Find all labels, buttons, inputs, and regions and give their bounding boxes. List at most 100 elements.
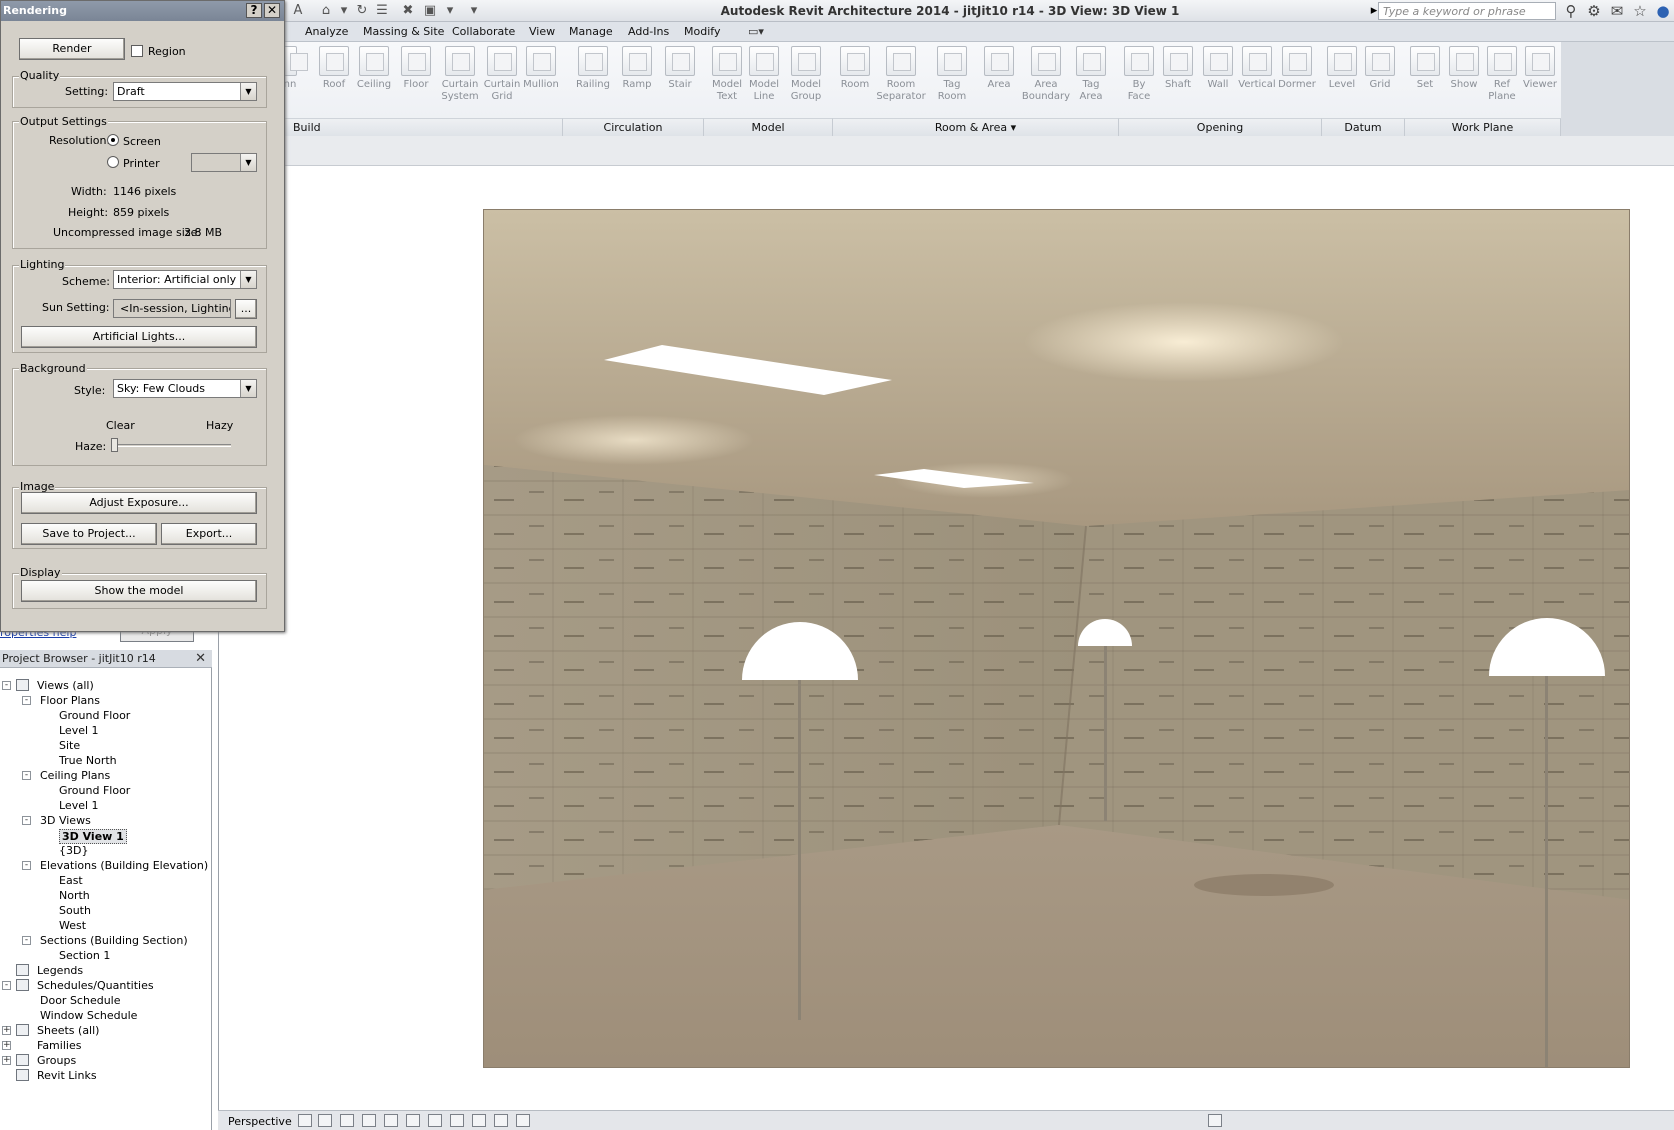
ribbon-button-vertical[interactable]: Vertical bbox=[1235, 46, 1279, 91]
ribbon-button-wall-opening[interactable]: Wall bbox=[1196, 46, 1240, 91]
browser-node[interactable]: Ground Floor bbox=[59, 784, 130, 797]
sun-path-icon[interactable] bbox=[340, 1114, 354, 1127]
browser-node[interactable]: South bbox=[59, 904, 91, 917]
render-button[interactable]: Render bbox=[19, 38, 125, 60]
browser-node[interactable]: Families bbox=[37, 1039, 81, 1052]
browser-node[interactable]: 3D Views bbox=[40, 814, 91, 827]
collapse-icon[interactable]: - bbox=[22, 816, 31, 825]
browser-node[interactable]: {3D} bbox=[59, 844, 88, 857]
ribbon-button-ceiling[interactable]: Ceiling bbox=[352, 46, 396, 91]
minimize-ribbon-icon[interactable]: ▭▾ bbox=[748, 25, 764, 38]
temporary-hide-icon[interactable] bbox=[472, 1114, 486, 1127]
export-button[interactable]: Export... bbox=[161, 523, 257, 545]
visual-style-icon[interactable] bbox=[318, 1114, 332, 1127]
collapse-icon[interactable]: - bbox=[2, 981, 11, 990]
collapse-icon[interactable]: - bbox=[22, 696, 31, 705]
default-3d-icon[interactable]: ⌂ bbox=[318, 3, 334, 19]
ribbon-button-model-line[interactable]: Model Line bbox=[742, 46, 786, 103]
ribbon-button-shaft[interactable]: Shaft bbox=[1156, 46, 1200, 91]
ribbon-button-area-boundary[interactable]: Area Boundary bbox=[1016, 46, 1076, 103]
close-icon[interactable]: ✕ bbox=[195, 651, 206, 666]
text-icon[interactable]: A bbox=[290, 3, 306, 19]
expand-icon[interactable]: + bbox=[2, 1056, 11, 1065]
close-hidden-icon[interactable]: ✖ bbox=[400, 3, 416, 19]
expand-icon[interactable]: + bbox=[2, 1026, 11, 1035]
ribbon-button-mullion[interactable]: Mullion bbox=[519, 46, 563, 91]
browser-node[interactable]: Revit Links bbox=[37, 1069, 97, 1082]
collapse-icon[interactable]: - bbox=[22, 936, 31, 945]
ribbon-button-tag-area[interactable]: Tag Area bbox=[1069, 46, 1113, 103]
collapse-icon[interactable]: - bbox=[2, 681, 11, 690]
sync-icon[interactable]: ↻ bbox=[354, 3, 370, 19]
close-icon[interactable]: ✕ bbox=[264, 3, 280, 18]
browser-node[interactable]: Legends bbox=[37, 964, 83, 977]
list-icon[interactable]: ☰ bbox=[374, 3, 390, 19]
sun-setting-browse-button[interactable]: ... bbox=[235, 299, 257, 319]
help-icon[interactable]: ? bbox=[246, 3, 262, 18]
lighting-scheme-select[interactable]: Interior: Artificial only ▼ bbox=[113, 270, 257, 289]
crop-view-icon[interactable] bbox=[406, 1114, 420, 1127]
browser-node[interactable]: Schedules/Quantities bbox=[37, 979, 154, 992]
ribbon-button-dormer[interactable]: Dormer bbox=[1275, 46, 1319, 91]
tab-massing-site[interactable]: Massing & Site bbox=[363, 25, 444, 38]
binoculars-icon[interactable]: ⚲ bbox=[1562, 2, 1580, 20]
tab-add-ins[interactable]: Add-Ins bbox=[628, 25, 669, 38]
browser-node[interactable]: Groups bbox=[37, 1054, 76, 1067]
ribbon-button-tag-room[interactable]: Tag Room bbox=[930, 46, 974, 103]
tab-view[interactable]: View bbox=[529, 25, 555, 38]
browser-node[interactable]: Site bbox=[59, 739, 80, 752]
ribbon-button-by-face[interactable]: By Face bbox=[1117, 46, 1161, 103]
browser-node[interactable]: North bbox=[59, 889, 90, 902]
ribbon-button-railing[interactable]: Railing bbox=[571, 46, 615, 91]
ribbon-button-ramp[interactable]: Ramp bbox=[615, 46, 659, 91]
show-the-model-button[interactable]: Show the model bbox=[21, 580, 257, 602]
ribbon-button-curtain-system[interactable]: Curtain System bbox=[438, 46, 482, 103]
haze-slider-thumb[interactable] bbox=[111, 438, 118, 452]
horizontal-scroll-thumb[interactable] bbox=[1208, 1114, 1222, 1127]
ribbon-button-model-group[interactable]: Model Group bbox=[784, 46, 828, 103]
printer-radio[interactable] bbox=[107, 156, 119, 168]
save-to-project-button[interactable]: Save to Project... bbox=[21, 523, 157, 545]
ribbon-button-set[interactable]: Set bbox=[1403, 46, 1447, 91]
dropdown-arrow-icon[interactable]: ▾ bbox=[336, 3, 352, 19]
ribbon-button-grid[interactable]: Grid bbox=[1358, 46, 1402, 91]
browser-node[interactable]: True North bbox=[59, 754, 117, 767]
ribbon-button-floor[interactable]: Floor bbox=[394, 46, 438, 91]
customize-qat-icon[interactable]: ▾ bbox=[466, 3, 482, 19]
browser-node[interactable]: Ground Floor bbox=[59, 709, 130, 722]
shadows-icon[interactable] bbox=[362, 1114, 376, 1127]
communication-icon[interactable]: ✉ bbox=[1608, 2, 1626, 20]
browser-node[interactable]: Views (all) bbox=[37, 679, 94, 692]
dropdown-arrow-icon[interactable]: ▾ bbox=[442, 3, 458, 19]
browser-node[interactable]: Level 1 bbox=[59, 724, 99, 737]
browser-node[interactable]: Ceiling Plans bbox=[40, 769, 110, 782]
browser-node[interactable]: Sections (Building Section) bbox=[40, 934, 188, 947]
switch-windows-icon[interactable]: ▣ bbox=[422, 3, 438, 19]
tab-manage[interactable]: Manage bbox=[569, 25, 613, 38]
ribbon-button-curtain-grid[interactable]: Curtain Grid bbox=[480, 46, 524, 103]
region-checkbox[interactable] bbox=[131, 45, 143, 57]
ribbon-button-room-separator[interactable]: Room Separator bbox=[871, 46, 931, 103]
tab-analyze[interactable]: Analyze bbox=[305, 25, 348, 38]
panel-room-area[interactable]: Room & Area ▾ bbox=[833, 118, 1119, 136]
artificial-lights-button[interactable]: Artificial Lights... bbox=[21, 326, 257, 348]
search-input[interactable]: Type a keyword or phrase bbox=[1378, 2, 1556, 20]
browser-node[interactable]: Section 1 bbox=[59, 949, 110, 962]
ribbon-button-stair[interactable]: Stair bbox=[658, 46, 702, 91]
user-icon[interactable]: ● bbox=[1654, 2, 1672, 20]
browser-node[interactable]: Door Schedule bbox=[40, 994, 121, 1007]
show-crop-icon[interactable] bbox=[428, 1114, 442, 1127]
browser-node[interactable]: East bbox=[59, 874, 83, 887]
reveal-hidden-icon[interactable] bbox=[494, 1114, 508, 1127]
scroll-left-icon[interactable] bbox=[516, 1114, 530, 1127]
subscription-icon[interactable]: ⚙ bbox=[1585, 2, 1603, 20]
haze-slider[interactable] bbox=[111, 438, 231, 452]
background-style-select[interactable]: Sky: Few Clouds ▼ bbox=[113, 379, 257, 398]
scale-icon[interactable] bbox=[298, 1114, 312, 1127]
browser-node[interactable]: Level 1 bbox=[59, 799, 99, 812]
lock-view-icon[interactable] bbox=[450, 1114, 464, 1127]
tab-modify[interactable]: Modify bbox=[684, 25, 720, 38]
expand-icon[interactable]: + bbox=[2, 1041, 11, 1050]
ribbon-button-area[interactable]: Area bbox=[977, 46, 1021, 91]
ribbon-button-roof[interactable]: Roof bbox=[312, 46, 356, 91]
